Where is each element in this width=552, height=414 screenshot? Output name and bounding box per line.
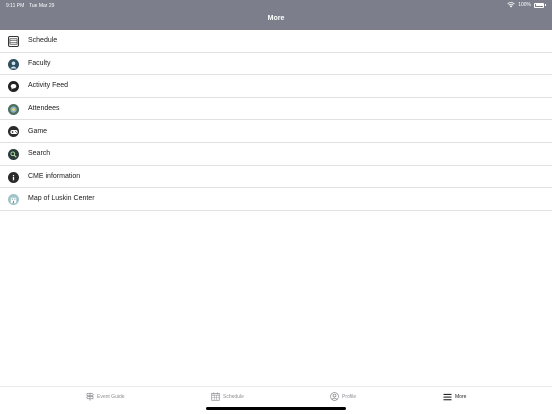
gamepad-icon	[8, 126, 19, 138]
menu-item-schedule[interactable]: Schedule	[0, 30, 552, 53]
faculty-icon	[8, 58, 19, 70]
info-icon	[8, 171, 19, 183]
menu-item-label: Faculty	[28, 59, 51, 67]
tab-label: Schedule	[223, 393, 244, 400]
menu-item-label: Map of Luskin Center	[28, 195, 95, 203]
tab-label: More	[455, 393, 467, 400]
menu-item-label: CME information	[28, 172, 81, 180]
map-icon	[8, 194, 19, 206]
tab-schedule[interactable]: Schedule	[211, 392, 244, 401]
status-date: Tue Mar 29	[29, 3, 55, 9]
event-guide-icon	[85, 392, 94, 401]
battery-tip	[545, 4, 546, 6]
status-indicators: 100%	[507, 2, 546, 8]
menu-item-cme-information[interactable]: CME information	[0, 166, 552, 189]
schedule-icon	[8, 36, 19, 47]
tab-event-guide[interactable]: Event Guide	[85, 392, 125, 401]
battery-icon	[534, 2, 544, 8]
tab-label: Profile	[342, 393, 357, 400]
search-icon	[8, 148, 19, 160]
tab-label: Event Guide	[97, 393, 125, 400]
tab-more[interactable]: More	[443, 392, 466, 401]
wifi-icon	[507, 2, 515, 8]
tab-bar: Event Guide Schedule Profile More	[0, 386, 552, 414]
chat-bubble-icon	[8, 81, 19, 93]
menu-item-label: Search	[28, 150, 51, 158]
menu-lines-icon	[443, 392, 452, 401]
home-indicator[interactable]	[206, 407, 346, 410]
calendar-icon	[211, 392, 220, 401]
menu-item-game[interactable]: Game	[0, 120, 552, 143]
navigation-header: 9:11 PM Tue Mar 29 100% More	[0, 0, 552, 30]
menu-item-label: Game	[28, 127, 48, 135]
menu-item-attendees[interactable]: Attendees	[0, 98, 552, 121]
page-title: More	[267, 15, 285, 22]
attendees-icon	[8, 103, 19, 115]
menu-item-search[interactable]: Search	[0, 143, 552, 166]
menu-item-label: Attendees	[28, 105, 60, 113]
menu-item-label: Activity Feed	[28, 82, 69, 90]
menu-item-label: Schedule	[28, 37, 58, 45]
menu-item-map-of-luskin-center[interactable]: Map of Luskin Center	[0, 188, 552, 211]
more-menu-list: Schedule Faculty Activity Feed Attendees…	[0, 30, 552, 211]
status-time: 9:11 PM	[6, 3, 25, 9]
profile-icon	[330, 392, 339, 401]
menu-item-activity-feed[interactable]: Activity Feed	[0, 75, 552, 98]
menu-item-faculty[interactable]: Faculty	[0, 53, 552, 76]
tab-profile[interactable]: Profile	[330, 392, 356, 401]
status-bar: 9:11 PM Tue Mar 29 100%	[0, 0, 552, 11]
battery-percent: 100%	[518, 2, 531, 8]
